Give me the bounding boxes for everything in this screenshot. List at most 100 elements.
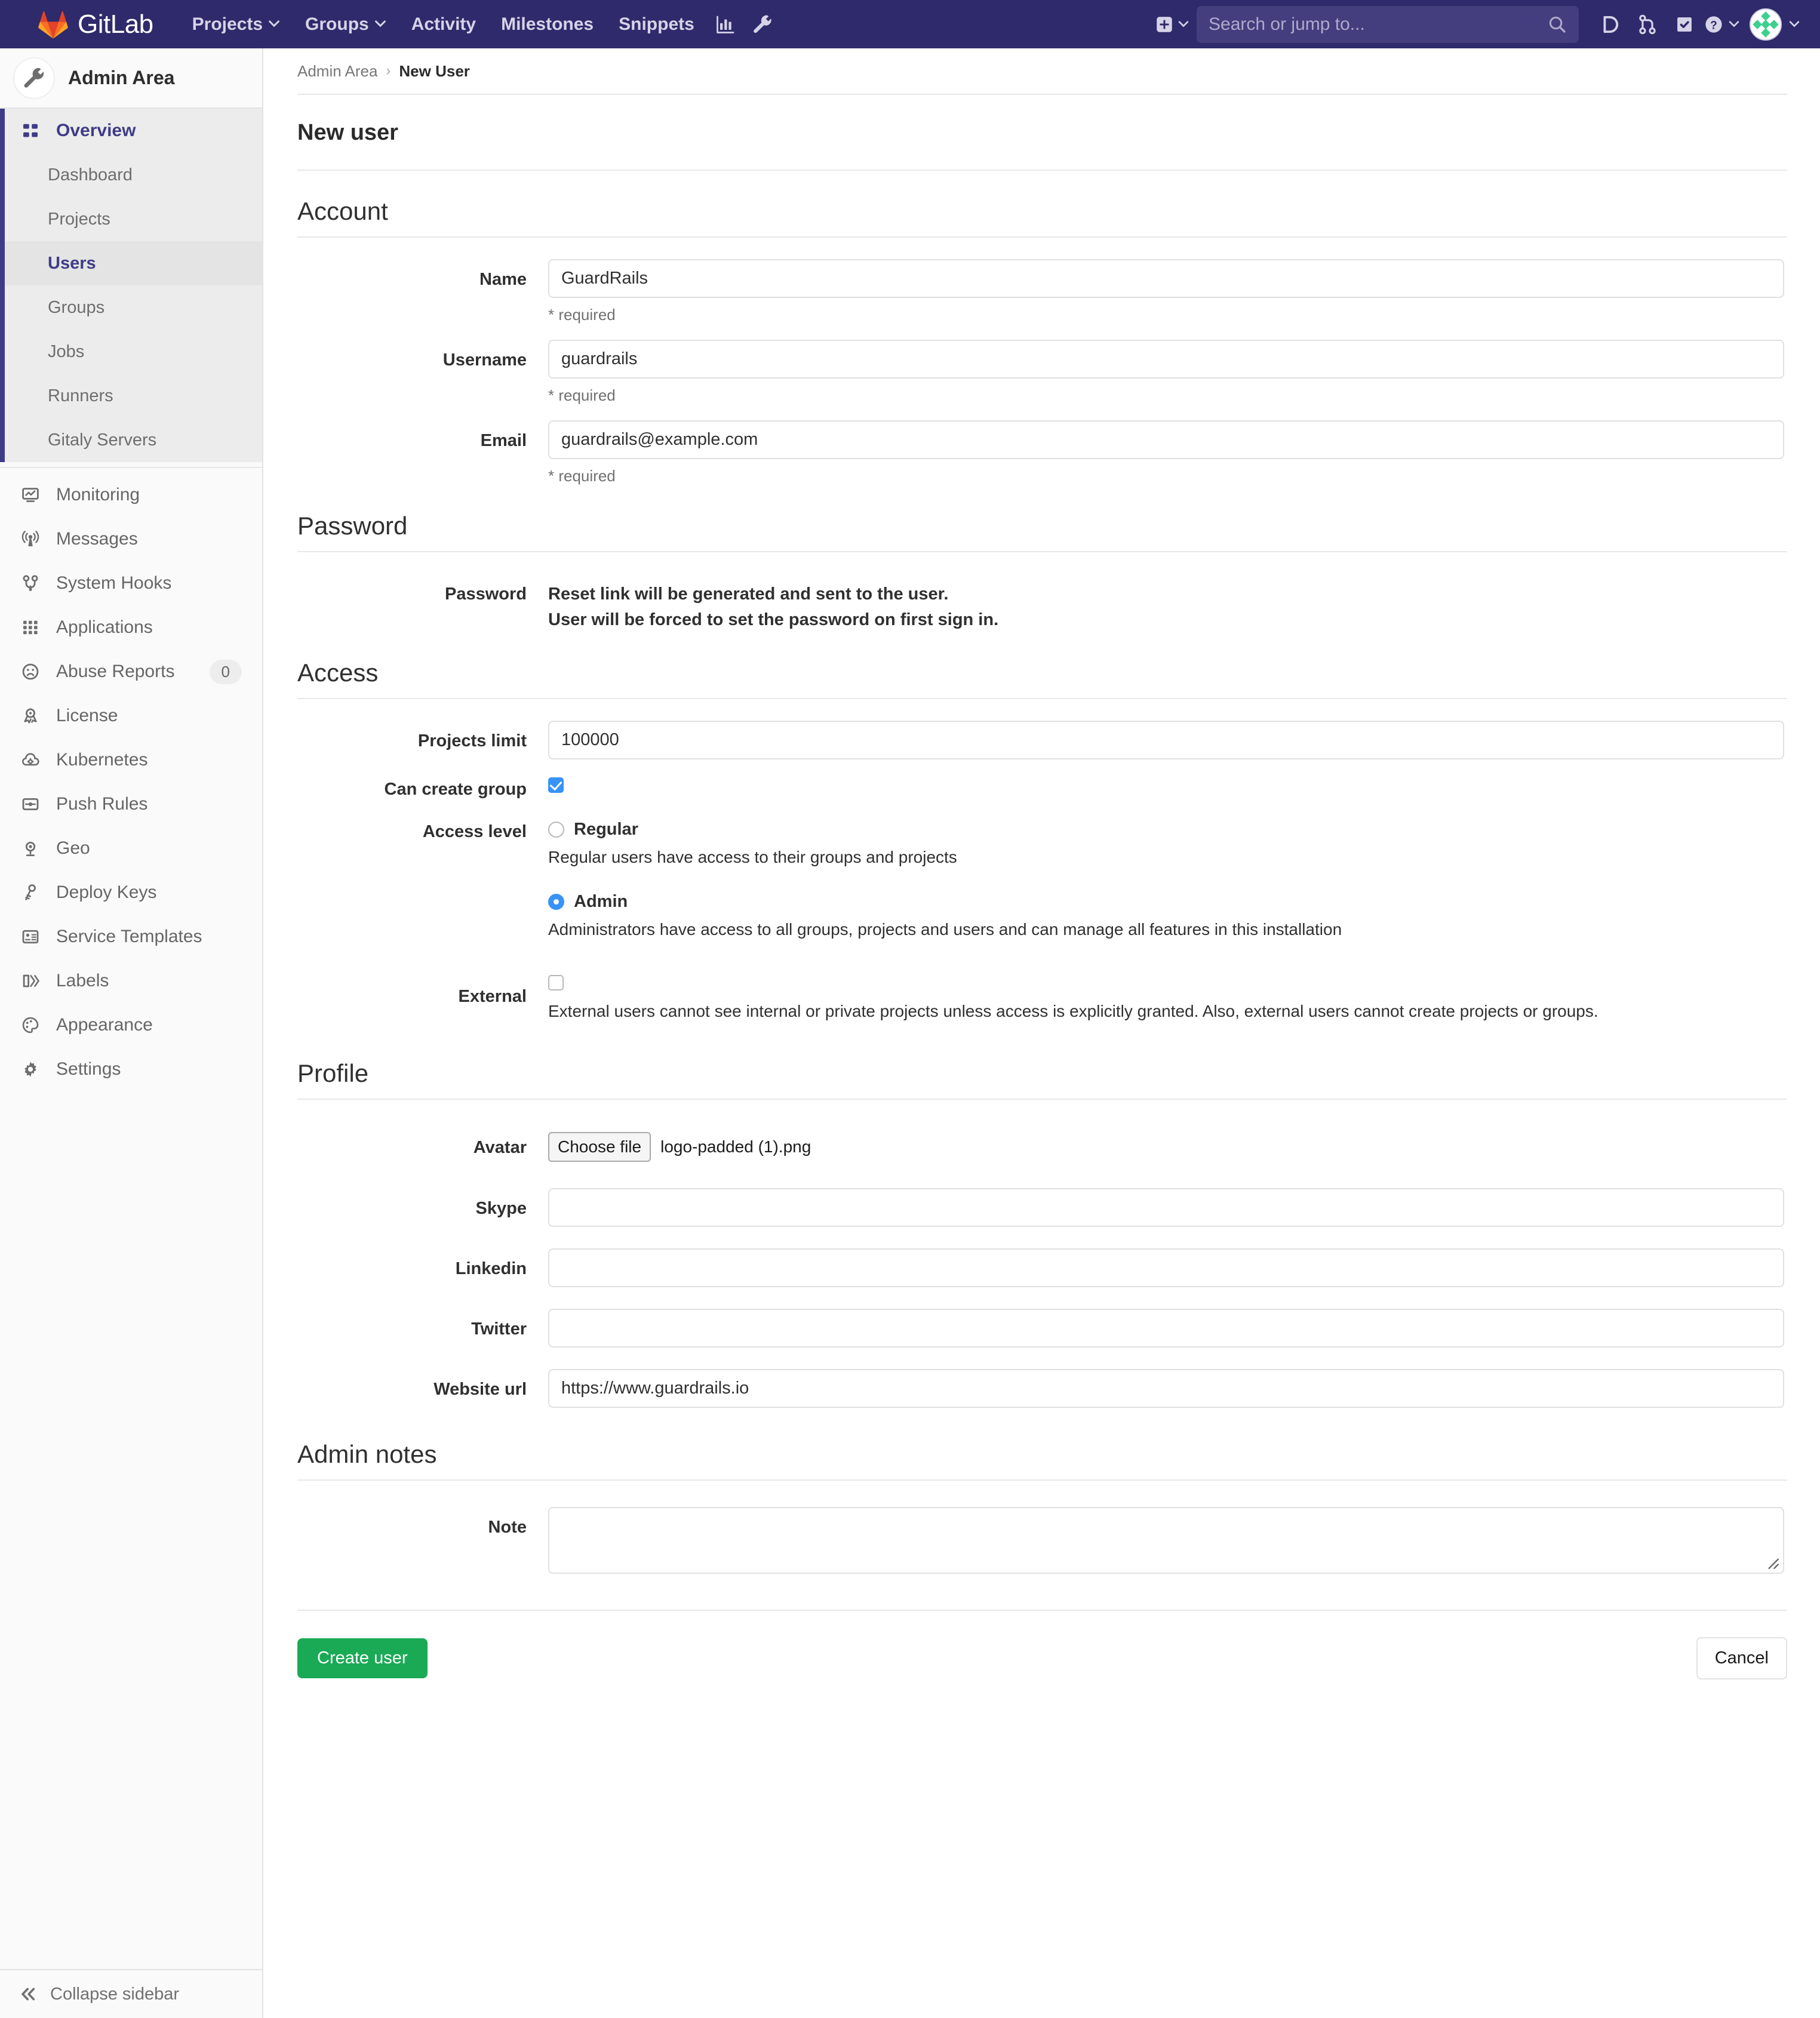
- gitlab-logo[interactable]: GitLab: [38, 10, 153, 39]
- sidebar-item-labels[interactable]: Labels: [0, 959, 262, 1003]
- linkedin-input[interactable]: [548, 1248, 1784, 1287]
- sidebar-item-jobs[interactable]: Jobs: [5, 330, 262, 374]
- name-input[interactable]: GuardRails: [548, 259, 1784, 298]
- sidebar-item-runners[interactable]: Runners: [5, 374, 262, 418]
- user-menu[interactable]: [1740, 0, 1800, 48]
- collapse-sidebar-button[interactable]: Collapse sidebar: [0, 1969, 262, 2018]
- issues-icon[interactable]: [1592, 0, 1629, 48]
- create-user-button[interactable]: Create user: [297, 1638, 428, 1678]
- gear-icon: [20, 1059, 41, 1079]
- website-url-input[interactable]: https://www.guardrails.io: [548, 1368, 1784, 1408]
- sidebar-item-applications[interactable]: Applications: [0, 605, 262, 650]
- brand-name: GitLab: [78, 9, 153, 39]
- wrench-icon-glyph: [753, 15, 771, 33]
- sidebar-item-geo[interactable]: Geo: [0, 826, 262, 870]
- cancel-button[interactable]: Cancel: [1696, 1636, 1787, 1679]
- new-user-form: Account Name GuardRails * required Usern…: [265, 171, 1820, 1715]
- nav-projects[interactable]: Projects: [180, 0, 293, 48]
- merge-requests-icon[interactable]: [1629, 0, 1666, 48]
- create-new-icon[interactable]: [1154, 0, 1191, 48]
- field-row-projects-limit: Projects limit 100000: [297, 705, 1787, 760]
- sidebar-item-dashboard[interactable]: Dashboard: [5, 153, 262, 197]
- username-input[interactable]: guardrails: [548, 340, 1784, 379]
- sidebar-divider: [0, 467, 262, 468]
- help-icon[interactable]: ?: [1703, 0, 1740, 48]
- external-checkbox[interactable]: [548, 975, 564, 991]
- sidebar-item-settings-label: Settings: [56, 1059, 121, 1079]
- access-level-option-regular: Regular Regular users have access to the…: [548, 820, 1787, 885]
- label-external: External: [458, 987, 527, 1007]
- license-ribbon-icon: [20, 706, 41, 726]
- sidebar-item-deploy-keys[interactable]: Deploy Keys: [0, 870, 262, 915]
- key-icon: [20, 882, 41, 903]
- breadcrumb-current: New User: [399, 61, 470, 80]
- access-level-regular-radio[interactable]: [548, 822, 564, 838]
- password-note-line1: Reset link will be generated and sent to…: [548, 585, 949, 604]
- sidebar-item-system-hooks[interactable]: System Hooks: [0, 561, 262, 605]
- label-access-level: Access level: [422, 822, 527, 842]
- sidebar-item-messages[interactable]: Messages: [0, 517, 262, 561]
- can-create-group-checkbox[interactable]: [548, 777, 564, 793]
- choose-file-button[interactable]: Choose file: [548, 1132, 651, 1162]
- nav-activity[interactable]: Activity: [399, 0, 488, 48]
- nav-groups[interactable]: Groups: [293, 0, 399, 48]
- external-description: External users cannot see internal or pr…: [548, 1002, 1598, 1021]
- sidebar-item-appearance[interactable]: Appearance: [0, 1003, 262, 1047]
- email-input[interactable]: guardrails@example.com: [548, 420, 1784, 459]
- page-title: New user: [297, 120, 398, 145]
- sidebar-item-settings[interactable]: Settings: [0, 1047, 262, 1091]
- todos-icon[interactable]: [1666, 0, 1703, 48]
- monitor-icon: [20, 485, 41, 505]
- sidebar-item-kubernetes[interactable]: Kubernetes: [0, 738, 262, 782]
- labels-icon: [20, 971, 41, 991]
- admin-sidebar: Admin Area Overview Dashboard Projects U…: [0, 48, 263, 2018]
- nav-snippets[interactable]: Snippets: [606, 0, 707, 48]
- wrench-icon-glyph: [24, 67, 44, 88]
- search-placeholder: Search or jump to...: [1209, 14, 1365, 34]
- sidebar-item-push-rules-label: Push Rules: [56, 794, 148, 814]
- push-rules-icon: [20, 794, 41, 814]
- sidebar-header[interactable]: Admin Area: [0, 48, 262, 109]
- sidebar-item-overview-label: Overview: [56, 121, 136, 140]
- sidebar-item-groups[interactable]: Groups: [5, 285, 262, 330]
- email-input-value: guardrails@example.com: [561, 430, 758, 449]
- sidebar-title: Admin Area: [68, 67, 175, 88]
- resize-handle-icon[interactable]: [1764, 1554, 1779, 1570]
- nav-milestones[interactable]: Milestones: [488, 0, 606, 48]
- chevron-down-icon: [269, 20, 279, 27]
- monitor-icon-glyph: [22, 488, 39, 502]
- sidebar-item-users[interactable]: Users: [5, 241, 262, 285]
- projects-limit-input[interactable]: 100000: [548, 721, 1784, 760]
- section-divider-admin-notes: [297, 1479, 1787, 1481]
- sidebar-item-service-templates[interactable]: Service Templates: [0, 915, 262, 959]
- search-icon: [1549, 16, 1566, 33]
- sad-face-icon-glyph: [22, 663, 39, 680]
- sidebar-item-gitaly-servers[interactable]: Gitaly Servers: [5, 418, 262, 462]
- location-pin-icon-glyph: [25, 841, 36, 857]
- sidebar-item-abuse-reports[interactable]: Abuse Reports 0: [0, 650, 262, 694]
- note-textarea-value: [549, 1508, 1783, 1525]
- sidebar-item-push-rules[interactable]: Push Rules: [0, 782, 262, 826]
- breadcrumb-admin-area[interactable]: Admin Area: [297, 62, 377, 81]
- email-required-hint: * required: [548, 467, 616, 485]
- label-skype: Skype: [475, 1198, 527, 1218]
- note-textarea[interactable]: [548, 1506, 1784, 1574]
- sidebar-item-projects[interactable]: Projects: [5, 197, 262, 241]
- wrench-icon[interactable]: [744, 0, 781, 48]
- website-url-value: https://www.guardrails.io: [561, 1378, 749, 1398]
- search-input[interactable]: Search or jump to...: [1197, 5, 1579, 43]
- twitter-input[interactable]: [548, 1308, 1784, 1348]
- overview-grid-icon-glyph: [23, 124, 38, 137]
- skype-input[interactable]: [548, 1188, 1784, 1227]
- chevron-down-icon: [1789, 20, 1800, 27]
- sidebar-item-license[interactable]: License: [0, 694, 262, 738]
- sidebar-item-monitoring[interactable]: Monitoring: [0, 473, 262, 517]
- analytics-chart-icon[interactable]: [707, 0, 744, 48]
- access-level-admin-radio[interactable]: [548, 894, 564, 910]
- main-content: Admin Area › New User New user Account N…: [265, 48, 1820, 2018]
- labels-icon-glyph: [23, 974, 39, 988]
- breadcrumb: Admin Area › New User: [265, 48, 1820, 94]
- sidebar-item-overview[interactable]: Overview: [5, 109, 262, 153]
- avatar[interactable]: [1750, 8, 1782, 41]
- projects-limit-value: 100000: [561, 730, 619, 750]
